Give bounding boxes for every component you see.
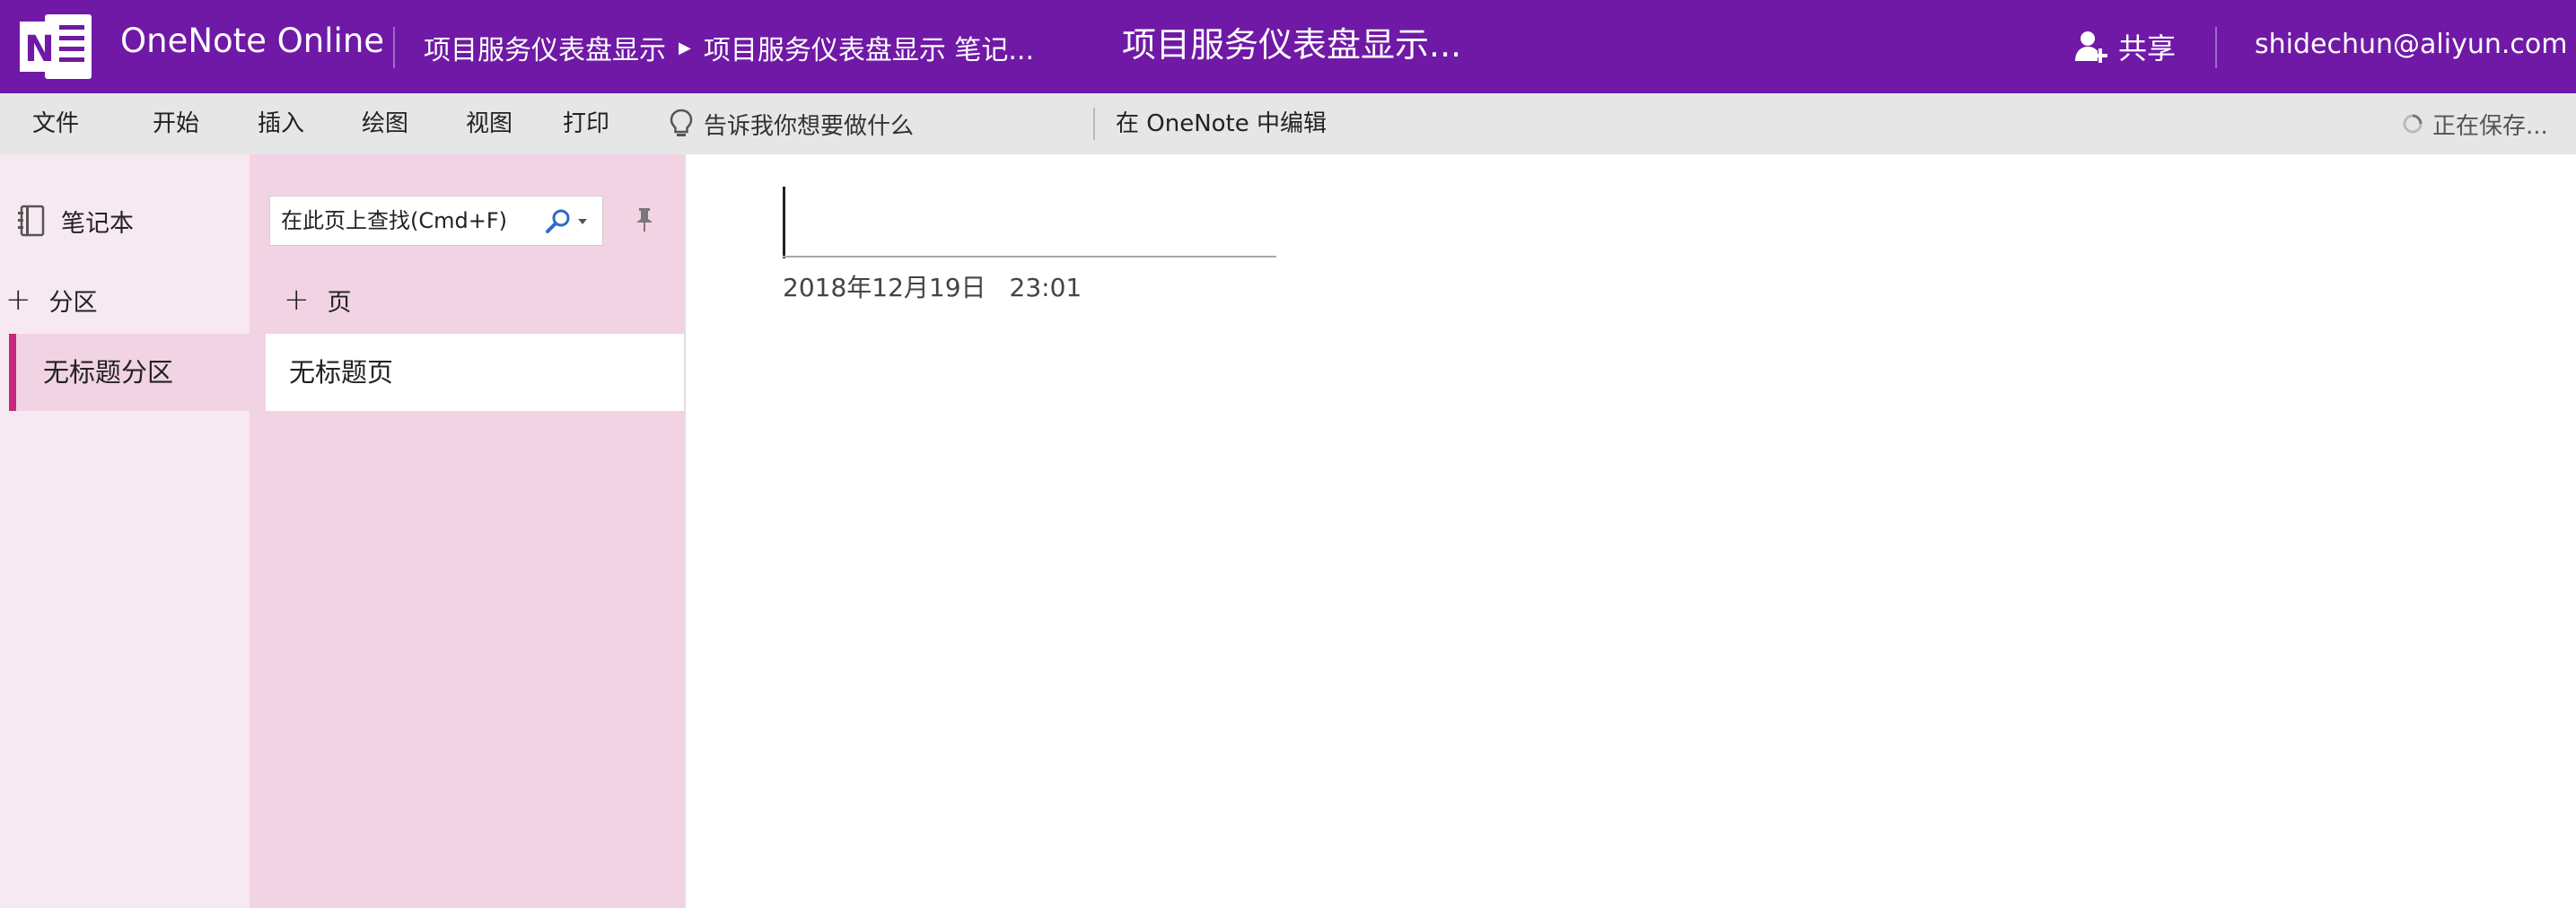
note-canvas[interactable]: 2018年12月19日 23:01	[686, 154, 2576, 908]
add-page-label: 页	[327, 288, 352, 317]
breadcrumb-section[interactable]: 项目服务仪表盘显示 笔记...	[704, 28, 1034, 67]
breadcrumb-separator-icon: ▶	[679, 38, 691, 57]
plus-icon: +	[5, 282, 31, 318]
text-cursor	[783, 187, 785, 258]
edit-in-onenote-button[interactable]: 在 OneNote 中编辑	[1116, 93, 1327, 154]
menu-divider	[1093, 108, 1095, 140]
notebooks-button[interactable]: 笔记本	[16, 201, 134, 240]
page-title: 项目服务仪表盘显示...	[1122, 25, 1462, 65]
plus-icon: +	[284, 282, 310, 318]
spinner-icon	[2403, 114, 2423, 134]
user-account[interactable]: shidechun@aliyun.com	[2255, 23, 2567, 66]
menu-home[interactable]: 开始	[153, 93, 199, 154]
search-icon[interactable]	[545, 208, 572, 235]
logo-letter: N	[24, 29, 54, 70]
page-search	[269, 196, 603, 246]
page-title-input[interactable]	[783, 187, 1276, 255]
header-divider	[2215, 27, 2217, 68]
breadcrumb-notebook[interactable]: 项目服务仪表盘显示	[424, 28, 666, 67]
menu-insert[interactable]: 插入	[258, 93, 304, 154]
menu-print[interactable]: 打印	[563, 93, 609, 154]
breadcrumb: 项目服务仪表盘显示 ▶ 项目服务仪表盘显示 笔记...	[424, 27, 1034, 68]
page-item-label: 无标题页	[289, 357, 394, 388]
share-label: 共享	[2118, 31, 2177, 65]
tell-me-label: 告诉我你想要做什么	[704, 112, 915, 140]
ribbon-menu: 文件 开始 插入 绘图 视图 打印 告诉我你想要做什么 在 OneNote 中编…	[0, 93, 2576, 154]
menu-draw[interactable]: 绘图	[362, 93, 408, 154]
add-page-button[interactable]: + 页	[284, 280, 352, 319]
save-status: 正在保存...	[2402, 93, 2548, 154]
onenote-logo-icon[interactable]: N	[18, 9, 95, 84]
section-item[interactable]: 无标题分区	[9, 334, 250, 411]
sections-pane: 笔记本 + 分区 无标题分区	[0, 154, 250, 908]
pin-icon[interactable]	[634, 206, 655, 233]
pages-pane: + 页 无标题页	[250, 154, 684, 908]
share-person-icon	[2075, 31, 2107, 63]
section-label: 无标题分区	[43, 357, 174, 388]
tell-me-search[interactable]: 告诉我你想要做什么	[670, 93, 914, 154]
title-bar: N OneNote Online 项目服务仪表盘显示 ▶ 项目服务仪表盘显示 笔…	[0, 0, 2576, 93]
add-section-label: 分区	[48, 288, 98, 317]
menu-file[interactable]: 文件	[32, 93, 79, 154]
page-date: 2018年12月19日	[783, 273, 986, 302]
header-divider	[393, 27, 395, 68]
menu-view[interactable]: 视图	[466, 93, 513, 154]
notebooks-label: 笔记本	[61, 209, 134, 238]
chevron-down-icon[interactable]	[577, 218, 588, 225]
share-button[interactable]: 共享	[2073, 25, 2176, 68]
page-timestamp: 2018年12月19日 23:01	[783, 266, 1082, 310]
page-time: 23:01	[1009, 273, 1082, 302]
section-color-tab	[9, 334, 16, 411]
app-name[interactable]: OneNote Online	[120, 20, 384, 63]
notebook-icon	[18, 205, 45, 237]
search-input[interactable]	[270, 196, 550, 245]
add-section-button[interactable]: + 分区	[5, 280, 98, 319]
title-underline	[783, 256, 1276, 258]
save-status-label: 正在保存...	[2432, 112, 2548, 140]
page-item[interactable]: 无标题页	[266, 334, 684, 411]
lightbulb-icon	[670, 109, 693, 136]
